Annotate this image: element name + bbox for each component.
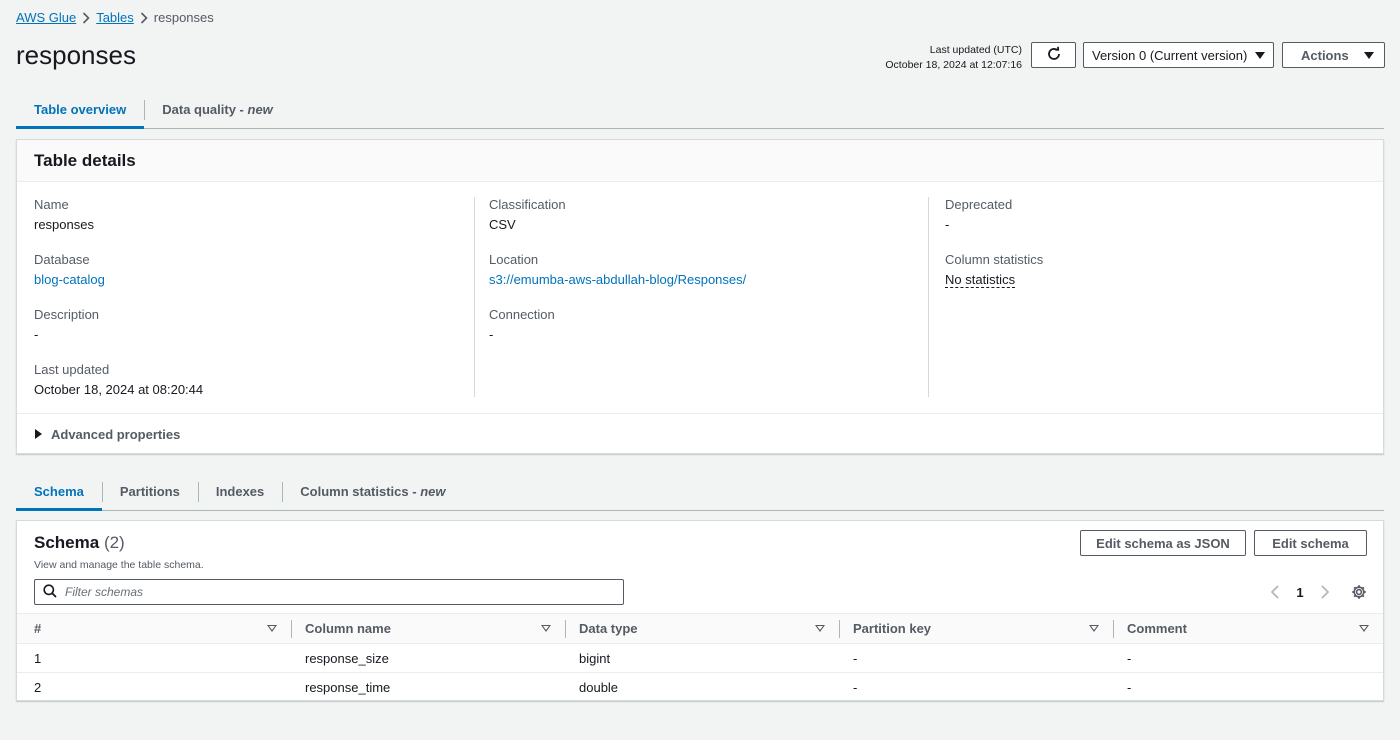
sort-icon: [1359, 625, 1369, 632]
column-statistics-popover[interactable]: No statistics: [945, 273, 1016, 288]
edit-schema-button[interactable]: Edit schema: [1254, 530, 1367, 556]
sort-icon: [541, 625, 551, 632]
detail-connection: Connection -: [489, 307, 555, 342]
breadcrumb-aws-glue[interactable]: AWS Glue: [16, 10, 76, 25]
current-page[interactable]: 1: [1287, 585, 1313, 600]
last-updated-label: Last updated (UTC): [929, 44, 1022, 56]
table-details-title: Table details: [34, 150, 136, 170]
version-select[interactable]: Version 0 (Current version): [1083, 42, 1274, 68]
column-header-partition-key[interactable]: Partition key: [839, 613, 1113, 644]
breadcrumb-current: responses: [153, 10, 214, 25]
detail-description: Description -: [34, 307, 100, 342]
page-title: responses: [16, 40, 136, 70]
schema-panel: Schema (2) View and manage the table sch…: [16, 520, 1384, 701]
last-updated: Last updated (UTC) October 18, 2024 at 1…: [885, 43, 1022, 73]
advanced-properties-toggle[interactable]: Advanced properties: [17, 413, 1383, 454]
refresh-button[interactable]: [1031, 42, 1076, 68]
table-details-panel: Table details Name responses Database bl…: [16, 139, 1384, 454]
detail-location: Location s3://emumba-aws-abdullah-blog/R…: [489, 252, 747, 287]
tab-schema[interactable]: Schema: [16, 472, 102, 511]
detail-deprecated: Deprecated -: [945, 197, 1013, 232]
schema-tabs: Schema Partitions Indexes Column statist…: [16, 472, 1384, 511]
top-tabs: Table overview Data quality - new: [16, 90, 1384, 129]
gear-icon[interactable]: [1349, 582, 1369, 602]
tab-table-overview[interactable]: Table overview: [16, 90, 145, 129]
column-header-data-type[interactable]: Data type: [565, 613, 839, 644]
schema-description: View and manage the table schema.: [34, 559, 204, 571]
detail-name: Name responses: [34, 197, 94, 232]
next-page-button[interactable]: [1313, 582, 1337, 602]
table-row: 2 response_time double - -: [34, 679, 1132, 695]
filter-schemas: [34, 579, 624, 605]
table-row: 1 response_size bigint - -: [17, 643, 1383, 673]
sort-icon: [815, 625, 825, 632]
tab-indexes[interactable]: Indexes: [197, 472, 282, 510]
caret-down-icon: [1255, 51, 1265, 59]
pagination: 1: [1263, 582, 1369, 602]
detail-last-updated: Last updated October 18, 2024 at 08:20:4…: [34, 362, 204, 397]
table-details-grid: Name responses Database blog-catalog Des…: [17, 183, 1383, 413]
tab-partitions[interactable]: Partitions: [101, 472, 198, 510]
column-header-comment[interactable]: Comment: [1113, 613, 1383, 644]
actions-dropdown[interactable]: Actions: [1282, 42, 1385, 68]
detail-database: Database blog-catalog: [34, 252, 105, 287]
refresh-icon: [1046, 46, 1062, 65]
database-link[interactable]: blog-catalog: [34, 272, 105, 287]
actions-label: Actions: [1301, 47, 1349, 63]
details-column-1: Name responses Database blog-catalog Des…: [17, 183, 474, 413]
table-header-row: # Column name Data type Partition key Co…: [17, 613, 1383, 644]
details-column-3: Deprecated - Column statistics No statis…: [928, 183, 1383, 413]
schema-title: Schema (2): [34, 533, 125, 552]
tab-column-statistics[interactable]: Column statistics - new: [282, 472, 463, 510]
caret-right-icon: [35, 429, 42, 439]
detail-column-statistics: Column statistics No statistics: [945, 252, 1044, 288]
location-link[interactable]: s3://emumba-aws-abdullah-blog/Responses/: [489, 272, 746, 287]
breadcrumb-tables[interactable]: Tables: [96, 10, 134, 25]
edit-schema-json-button[interactable]: Edit schema as JSON: [1080, 530, 1246, 556]
tab-data-quality[interactable]: Data quality - new: [144, 90, 291, 128]
sort-icon: [1089, 625, 1099, 632]
search-icon: [43, 583, 57, 601]
chevron-right-icon: [134, 11, 154, 24]
detail-classification: Classification CSV: [489, 197, 566, 232]
filter-schemas-input[interactable]: [65, 585, 605, 599]
last-updated-value: October 18, 2024 at 12:07:16: [885, 59, 1022, 71]
chevron-right-icon: [76, 11, 96, 24]
column-header-column-name[interactable]: Column name: [291, 613, 565, 644]
breadcrumb: AWS Glue Tables responses: [16, 10, 214, 25]
schema-table: # Column name Data type Partition key Co…: [17, 613, 1383, 702]
column-header-number[interactable]: #: [17, 613, 291, 644]
schema-count: (2): [103, 533, 125, 552]
details-column-2: Classification CSV Location s3://emumba-…: [474, 183, 928, 413]
previous-page-button[interactable]: [1263, 582, 1287, 602]
table-details-header: Table details: [17, 140, 1383, 182]
sort-icon: [267, 625, 277, 632]
version-select-label: Version 0 (Current version): [1092, 47, 1248, 63]
caret-down-icon: [1364, 51, 1374, 59]
